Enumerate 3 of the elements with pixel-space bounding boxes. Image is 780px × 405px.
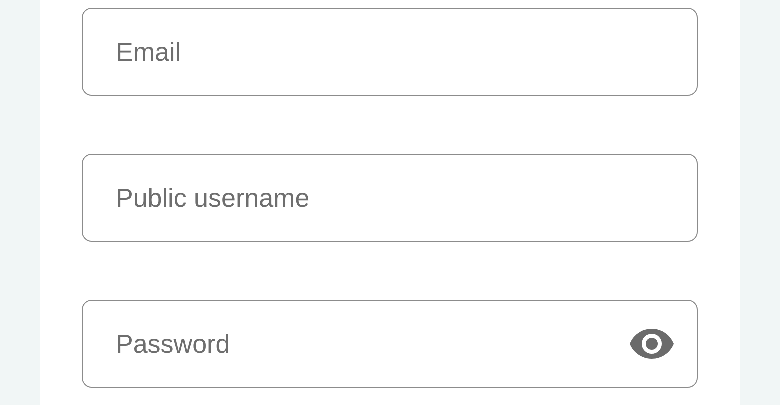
password-field[interactable]: Password <box>82 300 698 388</box>
input-field[interactable]: Public username <box>82 154 698 242</box>
input-field[interactable]: Email <box>82 8 698 96</box>
